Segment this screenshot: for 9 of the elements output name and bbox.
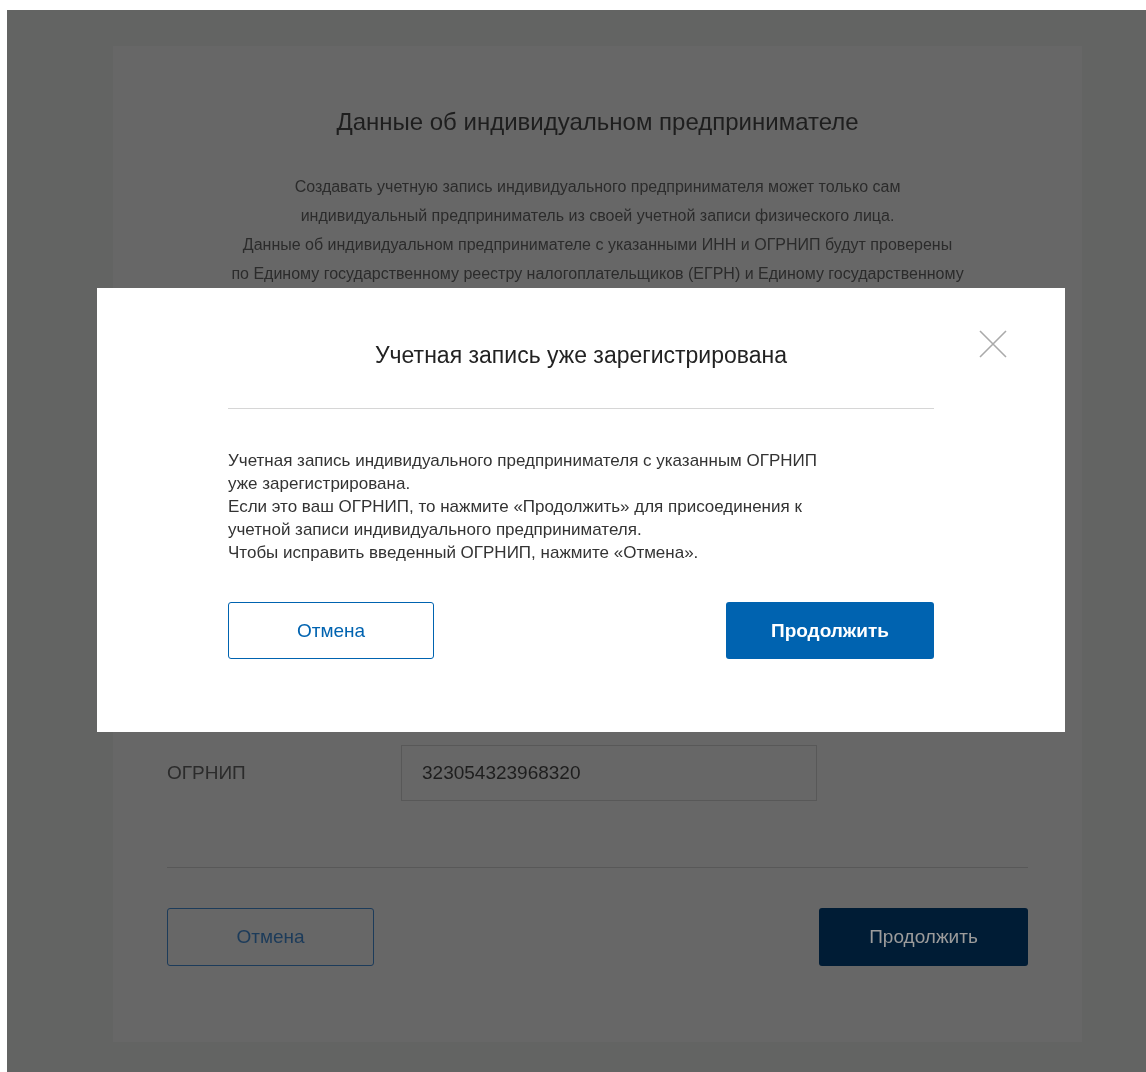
dialog-title: Учетная запись уже зарегистрирована bbox=[374, 341, 788, 370]
dialog-message: Учетная запись индивидуального предпринимателя с указанным ОГРНИП уже зарегистрирована. Если это ваш ОГРНИП, то нажмите «Продолжить» для присоединения к учетной записи индивидуального предпринимателя. Чтобы исправить введенный ОГРНИП, нажмите «Отмена». bbox=[228, 450, 818, 564]
page-title: Данные об индивидуальном предпринимателе bbox=[335, 107, 860, 137]
continue-button[interactable]: Продолжить bbox=[726, 602, 934, 659]
field-label: ОГРНИП bbox=[167, 762, 247, 784]
continue-button[interactable]: Продолжить bbox=[819, 908, 1028, 966]
cancel-button[interactable]: Отмена bbox=[228, 602, 434, 659]
intro-text: Создавать учетную запись индивидуального предпринимателя может только сам индивидуальный предприниматель из своей учетной записи физического лица. Данные об индивидуальном предпринимателе с указанными ИНН и ОГРНИП будут проверены по Единому государственному реестру налогоплательщиков (ЕГРН) и Единому государственному bbox=[230, 177, 965, 284]
close-icon[interactable] bbox=[979, 330, 1007, 358]
